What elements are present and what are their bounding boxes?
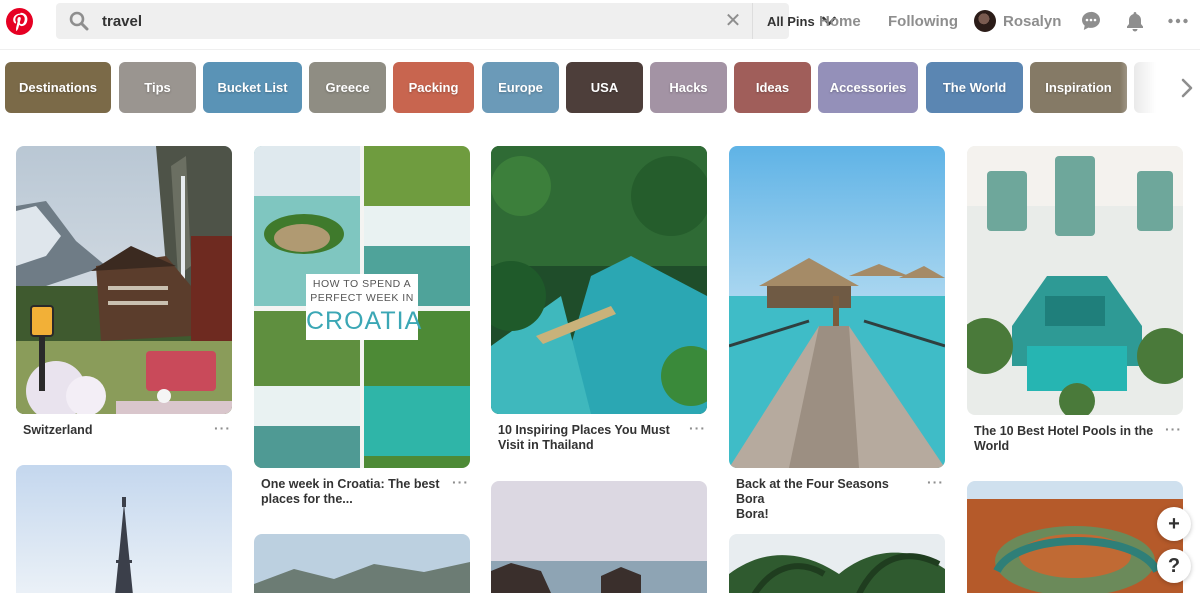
nav-following[interactable]: Following xyxy=(888,13,958,30)
guide-chip[interactable]: Tips xyxy=(119,62,196,113)
guide-chip[interactable]: Accessories xyxy=(818,62,918,113)
pin-photo-hotel-pool xyxy=(967,146,1183,415)
pinterest-logo[interactable] xyxy=(6,8,33,35)
pin-photo-horseshoe-bend xyxy=(967,481,1183,593)
pin-more-button[interactable]: ··· xyxy=(927,474,944,490)
pin-title-line: Visit in Thailand xyxy=(498,438,594,452)
guide-label: Destinations xyxy=(18,80,97,95)
guides-fade xyxy=(1120,62,1180,114)
pin-photo-bora-bora xyxy=(729,146,945,468)
profile-name: Rosalyn xyxy=(1003,12,1062,30)
profile-link[interactable]: Rosalyn xyxy=(974,10,1061,32)
bell-icon[interactable] xyxy=(1124,10,1146,32)
plus-icon: + xyxy=(1168,512,1180,535)
guide-chip[interactable]: Inspiration xyxy=(1030,62,1127,113)
guide-chip[interactable]: Packing xyxy=(393,62,474,113)
guide-chip[interactable]: The World xyxy=(926,62,1023,113)
search-scope-label: All Pins xyxy=(767,13,815,29)
guide-label: USA xyxy=(590,80,619,95)
pin-more-button[interactable]: ··· xyxy=(689,420,706,436)
header: ✕ All Pins Home Following Rosalyn xyxy=(0,0,1200,50)
pin-photo-coast xyxy=(491,481,707,593)
search-icon xyxy=(69,11,89,31)
help-button[interactable]: ? xyxy=(1157,549,1191,583)
guide-label: Accessories xyxy=(829,80,907,95)
pin-card[interactable] xyxy=(254,534,470,593)
guide-chip[interactable]: Bucket List xyxy=(203,62,302,113)
more-icon[interactable] xyxy=(1167,10,1189,32)
guide-chip[interactable]: Ideas xyxy=(734,62,811,113)
pin-title-line: World xyxy=(974,439,1010,453)
pin-title[interactable]: Switzerland xyxy=(23,423,203,438)
chat-icon[interactable] xyxy=(1080,10,1102,32)
pin-title[interactable]: One week in Croatia: The best places for… xyxy=(261,477,441,507)
pin-more-button[interactable]: ··· xyxy=(452,474,469,490)
search-input[interactable] xyxy=(102,3,662,39)
pin-card[interactable]: Back at the Four Seasons Bora Bora! ··· xyxy=(729,146,945,521)
pin-photo-paris xyxy=(16,465,232,593)
pin-card[interactable]: Switzerland ··· xyxy=(16,146,232,446)
pin-title-line: Bora! xyxy=(736,507,769,521)
guide-chip[interactable]: Hacks xyxy=(650,62,727,113)
guide-label: Tips xyxy=(144,80,171,95)
pin-title[interactable]: 10 Inspiring Places You Must Visit in Th… xyxy=(498,423,678,453)
pin-photo-mountains xyxy=(254,534,470,593)
guide-label: Packing xyxy=(408,80,459,95)
pin-photo-thailand xyxy=(491,146,707,414)
pin-title[interactable]: The 10 Best Hotel Pools in the World xyxy=(974,424,1154,454)
add-pin-button[interactable]: + xyxy=(1157,507,1191,541)
pin-card[interactable] xyxy=(967,481,1183,593)
pin-image[interactable] xyxy=(729,534,945,593)
pin-title[interactable]: Back at the Four Seasons Bora Bora! xyxy=(736,477,916,522)
pin-more-button[interactable]: ··· xyxy=(214,420,231,436)
search-bar: ✕ All Pins xyxy=(56,3,836,39)
pinterest-logo-icon xyxy=(13,12,28,32)
pin-title-line: Back at the Four Seasons Bora xyxy=(736,477,889,506)
pin-card[interactable] xyxy=(729,534,945,593)
pin-card[interactable]: 10 Inspiring Places You Must Visit in Th… xyxy=(491,146,707,456)
avatar xyxy=(974,10,996,32)
pin-image[interactable] xyxy=(16,146,232,414)
guided-search-bar: Destinations Tips Bucket List Greece Pac… xyxy=(5,62,1175,114)
guide-chip[interactable]: Destinations xyxy=(5,62,111,113)
pin-title-line: One week in Croatia: The best xyxy=(261,477,440,491)
close-icon[interactable]: ✕ xyxy=(724,11,742,31)
guide-label: Bucket List xyxy=(217,80,288,95)
pin-card[interactable]: HOW TO SPEND A PERFECT WEEK IN CROATIA O… xyxy=(254,146,470,511)
guide-label: Hacks xyxy=(669,80,708,95)
guide-label: The World xyxy=(942,80,1007,95)
guide-chip[interactable]: Greece xyxy=(309,62,386,113)
guide-chip[interactable]: Europe xyxy=(482,62,559,113)
pin-title-line: Switzerland xyxy=(23,423,93,437)
pin-more-button[interactable]: ··· xyxy=(1165,421,1182,437)
pin-card[interactable] xyxy=(16,465,232,593)
pin-title-line: places for the... xyxy=(261,492,353,506)
pin-image[interactable] xyxy=(491,146,707,414)
pin-card[interactable]: The 10 Best Hotel Pools in the World ··· xyxy=(967,146,1183,456)
help-icon: ? xyxy=(1167,554,1181,577)
chevron-right-icon[interactable] xyxy=(1178,76,1196,100)
pin-image[interactable] xyxy=(491,481,707,593)
pin-photo-palms xyxy=(729,534,945,593)
pin-image[interactable] xyxy=(967,146,1183,415)
guide-label: Greece xyxy=(325,80,370,95)
pin-overlay-caption: HOW TO SPEND A PERFECT WEEK IN xyxy=(310,278,414,304)
pin-image[interactable] xyxy=(16,465,232,593)
pin-image[interactable] xyxy=(967,481,1183,593)
guide-label: Ideas xyxy=(755,80,790,95)
guide-chip[interactable]: USA xyxy=(566,62,643,113)
pin-photo-switzerland xyxy=(16,146,232,414)
guide-label: Inspiration xyxy=(1045,80,1112,95)
pin-title-line: 10 Inspiring Places You Must xyxy=(498,423,670,437)
pin-title-line: The 10 Best Hotel Pools in the xyxy=(974,424,1154,438)
pin-image[interactable] xyxy=(729,146,945,468)
pin-overlay-headline: CROATIA xyxy=(306,307,423,335)
pin-image[interactable] xyxy=(254,534,470,593)
nav-home[interactable]: Home xyxy=(819,13,861,30)
pin-card[interactable] xyxy=(491,481,707,593)
guide-label: Europe xyxy=(498,80,543,95)
